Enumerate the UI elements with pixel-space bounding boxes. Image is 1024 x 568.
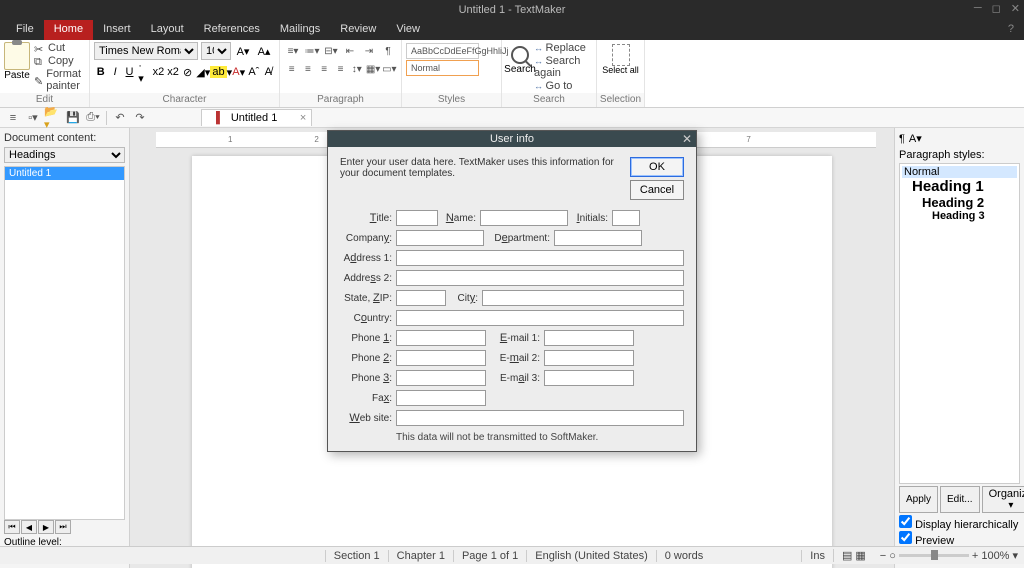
dialog-titlebar[interactable]: User info ✕ — [328, 131, 696, 147]
input-website[interactable] — [396, 410, 684, 426]
lbl-title: Title: — [340, 212, 392, 224]
dialog-close-icon[interactable]: ✕ — [682, 132, 692, 146]
lbl-email2: E-mail 2: — [490, 352, 540, 364]
input-phone2[interactable] — [396, 350, 486, 366]
input-company[interactable] — [396, 230, 484, 246]
input-address1[interactable] — [396, 250, 684, 266]
dialog-intro-text: Enter your user data here. TextMaker use… — [340, 157, 622, 200]
dialog-note: This data will not be transmitted to Sof… — [396, 432, 684, 443]
lbl-phone1: Phone 1: — [340, 332, 392, 344]
input-phone1[interactable] — [396, 330, 486, 346]
lbl-email1: E-mail 1: — [490, 332, 540, 344]
lbl-company: Company: — [340, 232, 392, 244]
input-fax[interactable] — [396, 390, 486, 406]
input-email1[interactable] — [544, 330, 634, 346]
lbl-address1: Address 1: — [340, 252, 392, 264]
input-email3[interactable] — [544, 370, 634, 386]
modal-overlay: User info ✕ Enter your user data here. T… — [0, 0, 1024, 564]
lbl-department: Department: — [488, 232, 550, 244]
input-address2[interactable] — [396, 270, 684, 286]
input-name[interactable] — [480, 210, 568, 226]
lbl-phone3: Phone 3: — [340, 372, 392, 384]
dialog-title: User info — [490, 133, 534, 145]
ok-button[interactable]: OK — [630, 157, 684, 177]
cancel-button[interactable]: Cancel — [630, 180, 684, 200]
input-email2[interactable] — [544, 350, 634, 366]
lbl-fax: Fax: — [340, 392, 392, 404]
input-department[interactable] — [554, 230, 642, 246]
lbl-phone2: Phone 2: — [340, 352, 392, 364]
lbl-address2: Address 2: — [340, 272, 392, 284]
input-city[interactable] — [482, 290, 684, 306]
lbl-name: Name: — [442, 212, 476, 224]
lbl-initials: Initials: — [572, 212, 608, 224]
lbl-website: Web site: — [340, 412, 392, 424]
lbl-city: City: — [450, 292, 478, 304]
lbl-statezip: State, ZIP: — [340, 292, 392, 304]
lbl-email3: E-mail 3: — [490, 372, 540, 384]
lbl-country: Country: — [340, 312, 392, 324]
user-info-dialog: User info ✕ Enter your user data here. T… — [327, 130, 697, 452]
input-statezip[interactable] — [396, 290, 446, 306]
input-initials[interactable] — [612, 210, 640, 226]
input-country[interactable] — [396, 310, 684, 326]
input-phone3[interactable] — [396, 370, 486, 386]
input-title[interactable] — [396, 210, 438, 226]
